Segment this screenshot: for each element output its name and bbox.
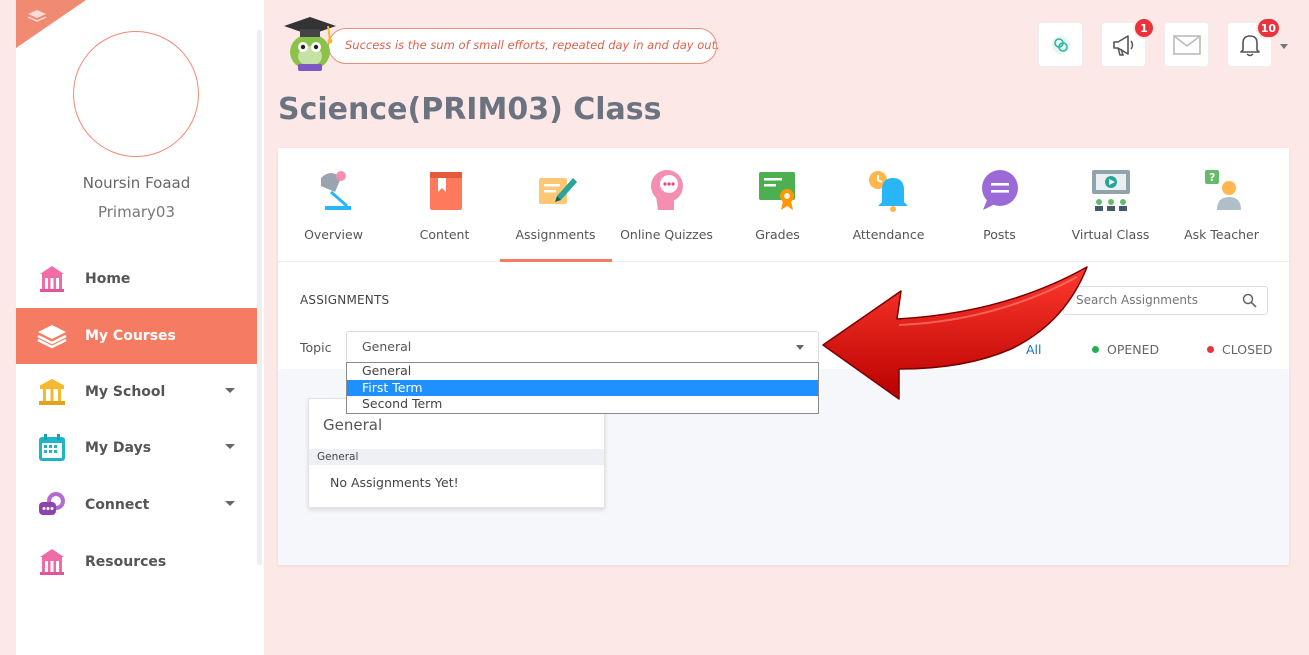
- dinosaur-mascot-icon: [284, 17, 336, 71]
- announcements-button[interactable]: 1: [1101, 17, 1155, 67]
- tab-label: Virtual Class: [1071, 227, 1150, 242]
- avatar[interactable]: [73, 31, 199, 157]
- sidebar-item-home[interactable]: Home: [16, 251, 257, 307]
- svg-text:?: ?: [1209, 171, 1215, 184]
- tab-label: Content: [419, 227, 470, 242]
- sidebar-item-label: My Courses: [85, 328, 176, 344]
- tab-label: Online Quizzes: [620, 227, 713, 242]
- desk-lamp-icon: [321, 171, 351, 210]
- chat-button[interactable]: [1038, 22, 1083, 67]
- envelope-icon: [1172, 34, 1201, 55]
- chevron-down-icon: [225, 501, 235, 506]
- chevron-down-icon: [796, 345, 804, 350]
- sidebar-item-label: Connect: [85, 497, 150, 513]
- tab-attendance[interactable]: Attendance: [833, 148, 944, 262]
- topic-option-general[interactable]: General: [347, 363, 818, 380]
- megaphone-icon: [1112, 34, 1133, 56]
- alarm-bell-icon: [869, 171, 908, 212]
- sidebar-item-my-school[interactable]: My School: [16, 364, 257, 420]
- topic-card-title: General: [323, 416, 383, 434]
- sidebar-item-my-courses[interactable]: My Courses: [16, 308, 257, 364]
- filter-opened-label: OPENED: [1107, 342, 1160, 357]
- topic-option-second-term[interactable]: Second Term: [347, 396, 818, 413]
- filter-closed-label: CLOSED: [1222, 342, 1273, 357]
- assignments-heading: ASSIGNMENTS: [300, 293, 390, 307]
- topic-card[interactable]: General General No Assignments Yet!: [308, 398, 605, 508]
- tab-label: Grades: [755, 227, 800, 242]
- graduation-logo-icon: [27, 10, 47, 22]
- tab-posts[interactable]: Posts: [944, 148, 1055, 262]
- certificate-icon: [759, 172, 795, 210]
- sidebar-item-my-days[interactable]: My Days: [16, 420, 257, 476]
- tab-label: Overview: [304, 227, 363, 242]
- topic-label: Topic: [300, 340, 332, 355]
- tab-overview[interactable]: Overview: [278, 148, 389, 262]
- search-icon[interactable]: [1242, 293, 1257, 308]
- tab-ask-teacher[interactable]: ? Ask Teacher: [1166, 148, 1277, 262]
- bell-icon: [1239, 34, 1260, 56]
- user-menu-caret-icon[interactable]: [1280, 44, 1288, 49]
- page-left-strip: [0, 0, 16, 655]
- book-icon: [430, 172, 462, 210]
- messages-button[interactable]: [1164, 22, 1209, 67]
- user-name: Noursin Foaad: [82, 174, 191, 192]
- chat-icon: [1051, 35, 1070, 54]
- video-class-icon: [1092, 170, 1130, 211]
- tab-label: Posts: [983, 227, 1016, 242]
- red-arrow-annotation-icon: [822, 266, 1088, 400]
- class-tabs: Overview Content Assignments Online Quiz…: [278, 148, 1289, 262]
- notifications-badge: 10: [1255, 17, 1281, 39]
- empty-state-text: No Assignments Yet!: [330, 475, 459, 490]
- sidebar-item-connect[interactable]: Connect: [16, 477, 257, 533]
- page-title: Science(PRIM03) Class: [278, 92, 662, 127]
- topic-dropdown-list: General First Term Second Term: [346, 362, 819, 414]
- calendar-icon: [36, 432, 68, 464]
- filter-closed[interactable]: CLOSED: [1207, 342, 1273, 357]
- sidebar-item-label: Home: [85, 271, 131, 287]
- tab-online-quizzes[interactable]: Online Quizzes: [611, 148, 722, 262]
- quote-text: Success is the sum of small efforts, rep…: [328, 28, 720, 64]
- school-house-icon: [36, 546, 68, 578]
- topic-card-subtitle: General: [309, 449, 604, 465]
- tab-content[interactable]: Content: [389, 148, 500, 262]
- chat-bubble-icon: [36, 489, 68, 521]
- topic-select[interactable]: General: [346, 331, 819, 363]
- user-class: Primary03: [97, 203, 176, 221]
- tab-grades[interactable]: Grades: [722, 148, 833, 262]
- building-columns-icon: [36, 376, 68, 408]
- tab-virtual-class[interactable]: Virtual Class: [1055, 148, 1166, 262]
- tab-assignments[interactable]: Assignments: [500, 148, 612, 262]
- announcements-badge: 1: [1133, 17, 1155, 39]
- sidebar-item-label: My School: [85, 384, 166, 400]
- books-stack-icon: [36, 320, 68, 352]
- question-person-icon: ?: [1205, 170, 1241, 210]
- sidebar-item-resources[interactable]: Resources: [16, 534, 257, 590]
- sidebar-scrollbar[interactable]: [257, 30, 262, 565]
- speech-bubble-icon: [982, 170, 1018, 210]
- assignment-pen-icon: [539, 178, 577, 204]
- tab-label: Ask Teacher: [1184, 227, 1259, 242]
- class-card: Overview Content Assignments Online Quiz…: [278, 148, 1289, 565]
- tab-label: Attendance: [852, 227, 925, 242]
- quiz-head-icon: [651, 170, 683, 210]
- chevron-down-icon: [225, 388, 235, 393]
- tab-label: Assignments: [515, 227, 596, 242]
- school-house-icon: [36, 263, 68, 295]
- topic-selected-value: General: [362, 339, 412, 354]
- closed-status-dot: [1207, 346, 1214, 353]
- sidebar-item-label: My Days: [85, 440, 152, 456]
- sidebar-item-label: Resources: [85, 554, 167, 570]
- chevron-down-icon: [225, 444, 235, 449]
- topic-option-first-term[interactable]: First Term: [347, 379, 818, 396]
- notifications-button[interactable]: 10: [1227, 17, 1281, 67]
